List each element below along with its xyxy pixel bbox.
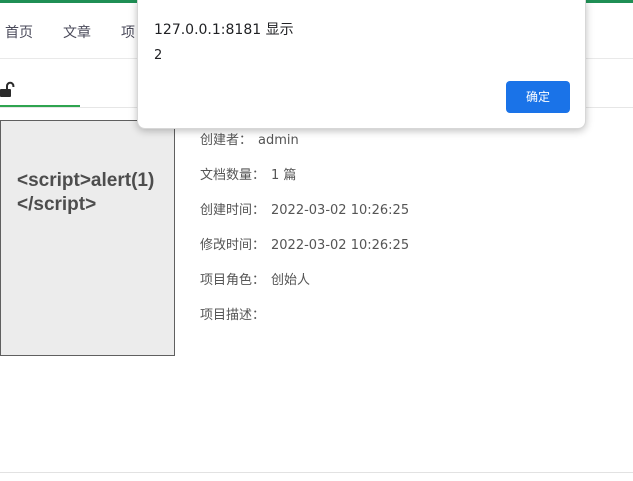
info-row-role: 项目角色： 创始人 — [200, 269, 310, 289]
info-row-created-time: 创建时间： 2022-03-02 10:26:25 — [200, 199, 409, 219]
project-cover[interactable]: <script>alert(1) </script> — [0, 120, 175, 356]
unlock-icon[interactable] — [0, 81, 16, 97]
info-label: 修改时间： — [200, 238, 266, 253]
alert-dialog-title: 127.0.0.1:8181 显示 — [154, 22, 294, 38]
info-value: 2022-03-02 10:26:25 — [271, 203, 410, 218]
bottom-divider — [0, 472, 633, 473]
nav-item-projects[interactable]: 项 — [121, 22, 135, 42]
nav-item-home[interactable]: 首页 — [5, 22, 33, 42]
alert-dialog: 127.0.0.1:8181 显示 2 确定 — [137, 0, 586, 129]
tab-active-indicator — [0, 105, 80, 107]
info-label: 创建者： — [200, 133, 253, 148]
info-row-doc-count: 文档数量： 1 篇 — [200, 164, 296, 184]
info-value: 2022-03-02 10:26:25 — [271, 238, 410, 253]
ok-button[interactable]: 确定 — [506, 81, 570, 113]
nav-item-articles[interactable]: 文章 — [63, 22, 91, 42]
info-row-modified-time: 修改时间： 2022-03-02 10:26:25 — [200, 234, 409, 254]
info-label: 项目描述： — [200, 308, 266, 323]
alert-dialog-message: 2 — [154, 48, 163, 63]
project-cover-title: <script>alert(1) </script> — [17, 170, 155, 215]
page: 首页 文章 项 <script>alert(1) </script> 创建者： a… — [0, 0, 633, 481]
info-value: admin — [258, 133, 299, 148]
info-label: 项目角色： — [200, 273, 266, 288]
info-row-description: 项目描述： — [200, 304, 271, 324]
info-label: 文档数量： — [200, 168, 266, 183]
info-value: 创始人 — [271, 273, 311, 288]
info-row-creator: 创建者： admin — [200, 129, 299, 149]
info-label: 创建时间： — [200, 203, 266, 218]
info-value: 1 篇 — [271, 168, 297, 183]
